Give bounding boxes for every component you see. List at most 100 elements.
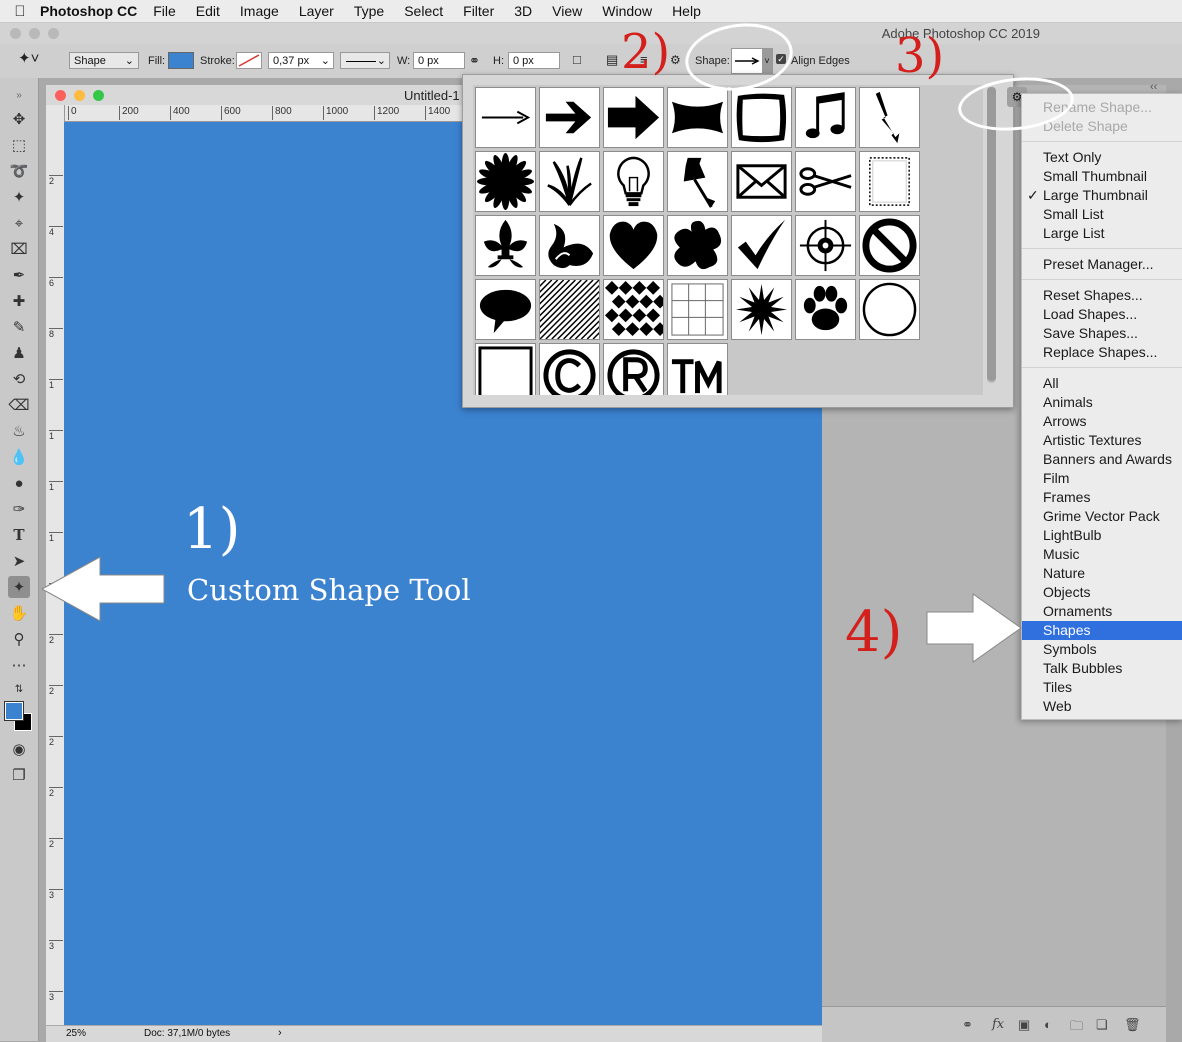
settings-gear-icon[interactable]: ⚙ [670,53,681,67]
menu-item-symbols[interactable]: Symbols [1022,640,1182,659]
menu-item-frames[interactable]: Frames [1022,488,1182,507]
fill-swatch[interactable] [168,52,194,69]
menu-item-artistic-textures[interactable]: Artistic Textures [1022,431,1182,450]
stamp-tool-icon[interactable]: ♟ [8,342,30,364]
minimize-window-button[interactable] [29,28,40,39]
shape-cell-no-symbol[interactable] [859,215,920,276]
menu-item-talk-bubbles[interactable]: Talk Bubbles [1022,659,1182,678]
link-icon[interactable]: ⚭ [469,53,480,69]
menu-item-objects[interactable]: Objects [1022,583,1182,602]
shape-cell-circle[interactable] [859,279,920,340]
menu-file[interactable]: File [153,3,176,19]
menu-item-replace-shapes[interactable]: Replace Shapes... [1022,343,1182,362]
healing-brush-icon[interactable]: ✚ [8,290,30,312]
shape-cell-scissors[interactable] [795,151,856,212]
shape-cell-arrow-medium[interactable] [539,87,600,148]
shape-cell-heart[interactable] [603,215,664,276]
path-selection-icon[interactable]: ➤ [8,550,30,572]
status-chevron-icon[interactable]: › [278,1027,282,1039]
crop-tool-icon[interactable]: ⌖ [8,212,30,234]
screen-mode-icon[interactable]: ❐ [8,764,30,786]
shape-cell-music-notes[interactable] [795,87,856,148]
close-document-button[interactable] [55,90,66,101]
stroke-width-field[interactable]: 0,37 px ⌄ [268,52,334,69]
zoom-window-button[interactable] [48,28,59,39]
menu-item-text-only[interactable]: Text Only [1022,148,1182,167]
shape-cell-registered[interactable] [603,343,664,395]
menu-item-grime-vector-pack[interactable]: Grime Vector Pack [1022,507,1182,526]
shape-cell-grid-tiles[interactable] [667,279,728,340]
menu-item-lightbulb[interactable]: LightBulb [1022,526,1182,545]
tool-mode-select[interactable]: Shape ⌄ [69,52,139,69]
menu-item-nature[interactable]: Nature [1022,564,1182,583]
menu-edit[interactable]: Edit [196,3,220,19]
shape-cell-arrow-bold[interactable] [603,87,664,148]
folder-icon[interactable]: 🗀 [1070,1017,1083,1039]
width-field[interactable]: 0 px [413,52,465,69]
apple-icon[interactable]:  [0,3,40,20]
zoom-tool-icon[interactable]: ⚲ [8,628,30,650]
menu-window[interactable]: Window [602,3,652,19]
shape-cell-paw-print[interactable] [795,279,856,340]
shape-cell-lightning[interactable] [859,87,920,148]
menu-item-small-thumbnail[interactable]: Small Thumbnail [1022,167,1182,186]
shape-cell-talk-bubble[interactable] [475,279,536,340]
zoom-level[interactable]: 25% [66,1028,86,1039]
menu-image[interactable]: Image [240,3,279,19]
menu-item-tiles[interactable]: Tiles [1022,678,1182,697]
path-operations-icon[interactable]: □ [573,52,581,67]
close-window-button[interactable] [10,28,21,39]
shape-cell-diamond-tiles[interactable] [603,279,664,340]
swap-colors-icon[interactable]: ⇅ [8,678,30,700]
trash-icon[interactable]: 🗑 [1124,1017,1141,1033]
new-layer-icon[interactable]: ❏ [1096,1017,1108,1033]
shape-cell-checkmark[interactable] [731,215,792,276]
height-field[interactable]: 0 px [508,52,560,69]
menu-select[interactable]: Select [404,3,443,19]
custom-shape-preset-icon[interactable]: ✦˅ [18,50,39,68]
frame-tool-icon[interactable]: ⌧ [8,238,30,260]
shape-cell-target[interactable] [795,215,856,276]
menu-3d[interactable]: 3D [514,3,532,19]
stroke-swatch[interactable] [236,52,262,69]
more-tools-icon[interactable]: ⋯ [8,654,30,676]
app-menu[interactable]: Photoshop CC [40,3,137,19]
menu-type[interactable]: Type [354,3,384,19]
quick-mask-icon[interactable]: ◉ [8,738,30,760]
shape-cell-lightbulb[interactable] [603,151,664,212]
hand-tool-icon[interactable]: ✋ [8,602,30,624]
stroke-type-select[interactable]: ⌄ [340,52,390,69]
blur-tool-icon[interactable]: 💧 [8,446,30,468]
marquee-tool-icon[interactable]: ⬚ [8,134,30,156]
shape-cell-stamp-frame[interactable] [859,151,920,212]
menu-item-web[interactable]: Web [1022,697,1182,716]
menu-item-large-thumbnail[interactable]: ✓ Large Thumbnail [1022,186,1182,205]
shape-cell-envelope[interactable] [731,151,792,212]
menu-item-ornaments[interactable]: Ornaments [1022,602,1182,621]
shape-cell-splat[interactable] [667,215,728,276]
panel-collapse-icon[interactable]: ‹‹ [1150,81,1157,93]
shape-cell-pushpin[interactable] [667,151,728,212]
menu-item-shapes[interactable]: Shapes [1022,621,1182,640]
brush-tool-icon[interactable]: ✎ [8,316,30,338]
panel-collapse-icon[interactable]: » [8,84,30,106]
menu-filter[interactable]: Filter [463,3,494,19]
menu-item-banners-and-awards[interactable]: Banners and Awards [1022,450,1182,469]
menu-item-animals[interactable]: Animals [1022,393,1182,412]
eraser-tool-icon[interactable]: ⌫ [8,394,30,416]
shape-cell-square-frame[interactable] [475,343,536,395]
shape-cell-starburst-flower[interactable] [475,151,536,212]
fx-icon[interactable]: fx [992,1017,1004,1032]
menu-item-small-list[interactable]: Small List [1022,205,1182,224]
magic-wand-icon[interactable]: ✦ [8,186,30,208]
shape-cell-banner[interactable] [667,87,728,148]
menu-item-all[interactable]: All [1022,374,1182,393]
scrollbar-thumb[interactable] [987,87,996,381]
eyedropper-icon[interactable]: ✒ [8,264,30,286]
shape-cell-diagonal-lines[interactable] [539,279,600,340]
menu-item-preset-manager[interactable]: Preset Manager... [1022,255,1182,274]
menu-item-music[interactable]: Music [1022,545,1182,564]
shape-cell-copyright[interactable] [539,343,600,395]
shape-cell-arrow-thin[interactable] [475,87,536,148]
history-brush-icon[interactable]: ⟲ [8,368,30,390]
